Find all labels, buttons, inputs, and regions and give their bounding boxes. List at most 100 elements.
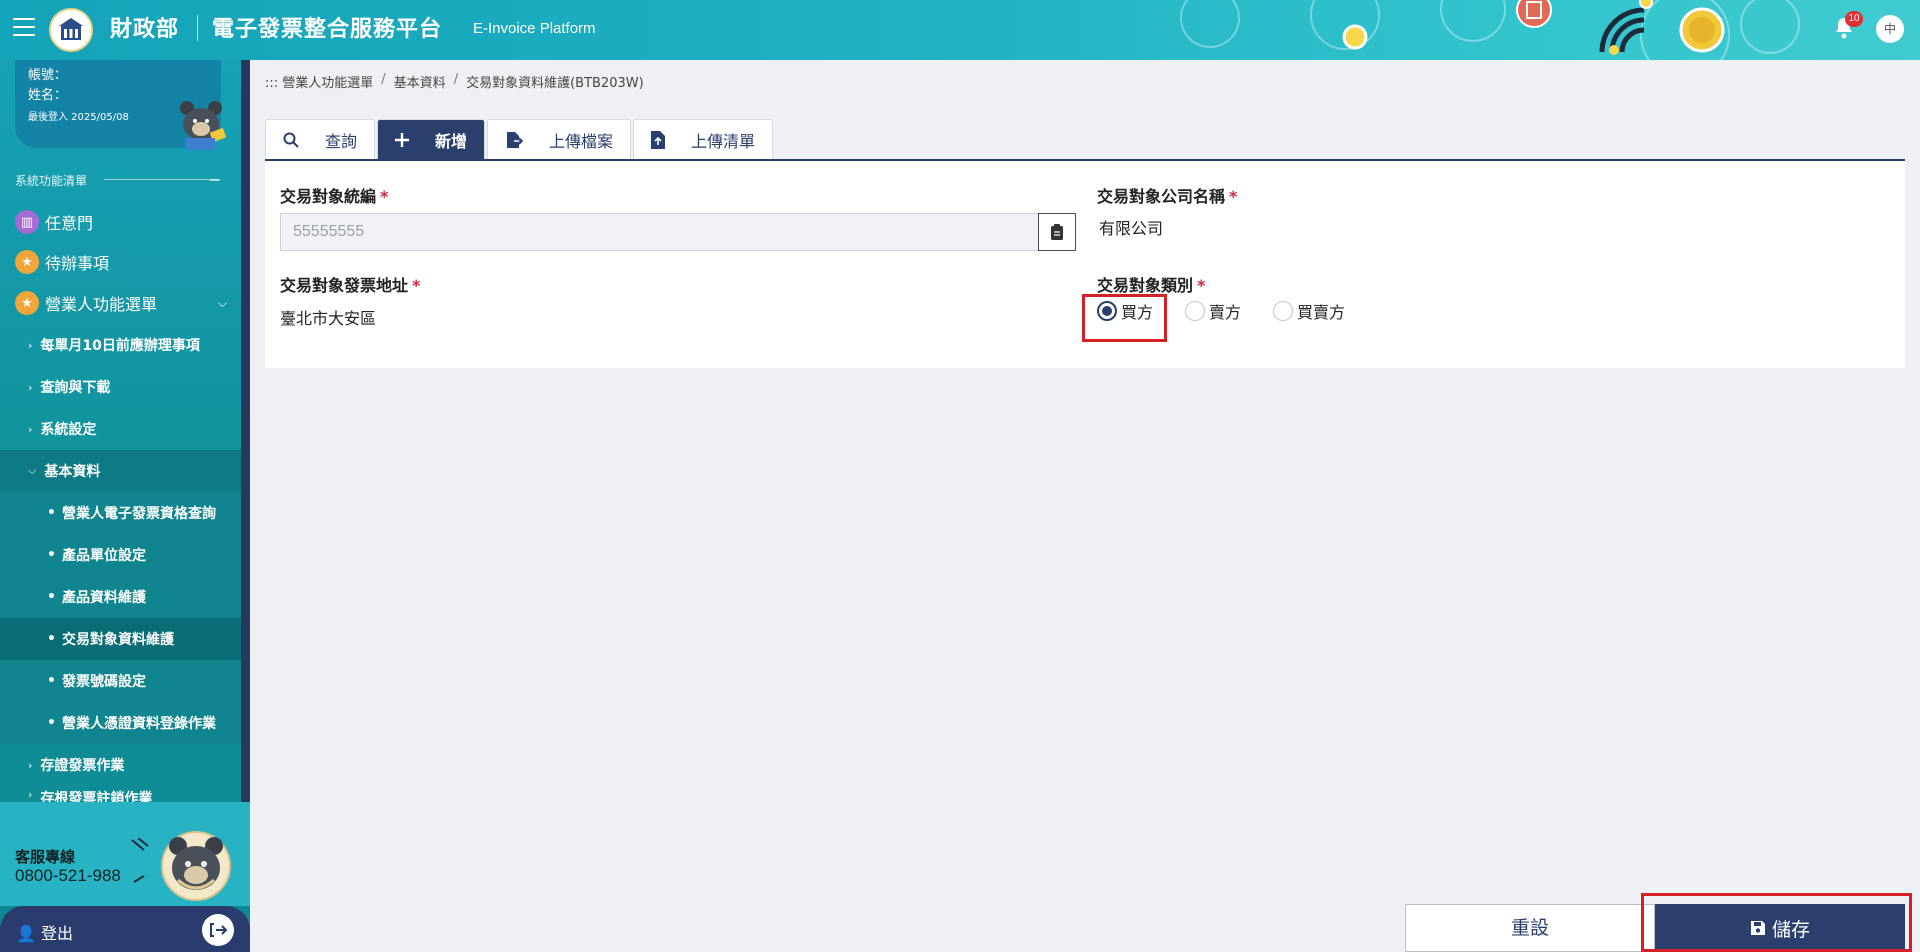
- radio-label: 買賣方: [1297, 303, 1346, 322]
- sidebar-item-label: 交易對象資料維護: [61, 632, 174, 648]
- last-login-text: 最後登入 2025/05/08: [28, 112, 129, 123]
- star-icon: ★: [15, 250, 39, 274]
- sidebar-scrollbar[interactable]: [241, 60, 250, 804]
- tab-upload-list[interactable]: 上傳清單: [633, 119, 774, 159]
- breadcrumb-item[interactable]: 基本資料: [394, 72, 446, 91]
- chevron-right-icon: ›: [28, 758, 33, 772]
- company-name-value: 有限公司: [1099, 219, 1164, 238]
- header-divider: [197, 15, 198, 41]
- support-label: 客服專線: [15, 848, 76, 866]
- decor-invoice-icon: [1516, 0, 1552, 28]
- save-icon: [1750, 921, 1765, 935]
- sidebar-item-eligibility-query[interactable]: • 營業人電子發票資格查詢: [0, 492, 241, 534]
- tab-label: 查詢: [325, 131, 358, 151]
- star-icon: ★: [15, 291, 39, 315]
- tax-id-label: 交易對象統編 *: [280, 183, 388, 207]
- radio-circle-selected[interactable]: [1097, 301, 1117, 321]
- company-name-label: 交易對象公司名稱 *: [1097, 183, 1237, 207]
- ministry-name: 財政部: [110, 17, 180, 42]
- radio-buyer[interactable]: 買方: [1097, 299, 1153, 323]
- support-phone[interactable]: 0800-521-988: [15, 866, 121, 886]
- user-icon: 👤: [16, 924, 36, 943]
- decor-lines-icon: [131, 838, 149, 883]
- chevron-right-icon: ›: [28, 788, 33, 801]
- sidebar-item-deposit-invoice[interactable]: › 存證發票作業: [0, 744, 241, 786]
- sidebar-item-label: 每單月10日前應辦理事項: [40, 338, 200, 354]
- radio-circle[interactable]: [1273, 301, 1294, 321]
- file-export-icon: [507, 131, 524, 148]
- sidebar-item-label: 查詢與下載: [40, 380, 111, 396]
- radio-buyer-seller[interactable]: 買賣方: [1273, 299, 1345, 323]
- address-value: 臺北市大安區: [280, 309, 377, 328]
- sidebar-item-stub-cancel[interactable]: › 存根發票註銷作業: [0, 786, 241, 802]
- sidebar-item-certificate-registration[interactable]: • 營業人憑證資料登錄作業: [0, 702, 241, 744]
- decor-coin-icon: [1342, 24, 1368, 50]
- tab-label: 上傳檔案: [549, 131, 614, 151]
- sidebar-item-trading-partner[interactable]: • 交易對象資料維護: [0, 618, 241, 660]
- required-mark: *: [380, 187, 389, 206]
- tab-add[interactable]: 新增: [377, 119, 486, 159]
- partner-type-label: 交易對象類別 *: [1097, 272, 1205, 296]
- company-name-label-text: 交易對象公司名稱: [1097, 187, 1226, 206]
- mascot-bear-icon: [180, 101, 227, 150]
- sidebar-item-label: 存根發票註銷作業: [40, 791, 153, 802]
- platform-title: 電子發票整合服務平台: [212, 17, 443, 42]
- sidebar-item-label: 產品單位設定: [61, 548, 146, 564]
- customer-service-panel: 客服專線 0800-521-988: [0, 802, 250, 906]
- tab-label: 新增: [435, 131, 468, 151]
- ministry-logo[interactable]: [49, 8, 93, 52]
- menu-toggle-icon[interactable]: [13, 18, 35, 38]
- radio-seller[interactable]: 賣方: [1185, 299, 1241, 323]
- sidebar-item-invoice-number[interactable]: • 發票號碼設定: [0, 660, 241, 702]
- sidebar-item-product-data[interactable]: • 產品資料維護: [0, 576, 241, 618]
- tab-query[interactable]: 查詢: [265, 119, 376, 159]
- sidebar-item-system-settings[interactable]: › 系統設定: [0, 408, 241, 450]
- breadcrumb-item[interactable]: ::: 營業人功能選單: [265, 72, 373, 91]
- plus-icon: [395, 132, 410, 147]
- sidebar-item-todo[interactable]: ★ 待辦事項: [15, 247, 235, 277]
- sidebar-item-label: 系統設定: [40, 422, 97, 438]
- tab-upload-file[interactable]: 上傳檔案: [487, 119, 632, 159]
- breadcrumb-separator: /: [381, 72, 386, 87]
- required-mark: *: [1229, 187, 1238, 206]
- save-button[interactable]: 儲存: [1655, 904, 1905, 952]
- sidebar-item-label: 發票號碼設定: [61, 674, 146, 690]
- file-upload-icon: [651, 130, 666, 149]
- reset-button[interactable]: 重設: [1405, 904, 1655, 952]
- language-switch-button[interactable]: 中: [1876, 15, 1904, 43]
- chevron-down-icon: ⌵: [28, 464, 37, 477]
- tab-label: 上傳清單: [691, 131, 756, 151]
- bullet: •: [47, 589, 56, 605]
- sidebar-item-label: 營業人功能選單: [45, 295, 158, 314]
- sidebar-item-product-unit[interactable]: • 產品單位設定: [0, 534, 241, 576]
- tax-id-label-text: 交易對象統編: [280, 187, 377, 206]
- user-info-card: 帳號： 姓名： 最後登入 2025/05/08: [15, 60, 227, 150]
- logout-icon: [202, 914, 234, 946]
- chevron-down-icon: ⌵: [217, 295, 227, 310]
- radio-label: 買方: [1121, 303, 1154, 322]
- bullet: •: [47, 547, 56, 563]
- required-mark: *: [412, 276, 421, 295]
- menu-heading: 系統功能清單: [15, 174, 88, 188]
- function-tabs: 查詢 新增 上傳檔案 上傳清單: [265, 119, 775, 159]
- bullet: •: [47, 631, 56, 647]
- logout-button[interactable]: 👤 登出: [0, 906, 250, 952]
- decor-coin-icon: [1639, 0, 1653, 9]
- sidebar-item-label: 營業人憑證資料登錄作業: [61, 716, 216, 732]
- sidebar-item-monthly-tasks[interactable]: › 每單月10日前應辦理事項: [0, 324, 241, 366]
- sidebar-item-label: 營業人電子發票資格查詢: [61, 506, 216, 522]
- bullet: •: [47, 715, 56, 731]
- sidebar-item-business-menu[interactable]: ★ 營業人功能選單 ⌵: [15, 288, 235, 318]
- search-icon: [283, 132, 299, 148]
- sidebar-item-quick-access[interactable]: ▥ 任意門: [15, 207, 235, 237]
- radio-circle[interactable]: [1185, 301, 1206, 321]
- sidebar-item-basic-data[interactable]: ⌵ 基本資料: [0, 450, 241, 492]
- form-panel: 交易對象統編 * 55555555 交易對象公司名稱 * 有限公司 交易對象發票地址…: [265, 161, 1905, 368]
- address-label-text: 交易對象發票地址: [280, 276, 409, 295]
- tax-id-input[interactable]: 55555555: [280, 213, 1038, 251]
- sidebar-item-label: 任意門: [45, 214, 94, 233]
- sidebar-item-query-download[interactable]: › 查詢與下載: [0, 366, 241, 408]
- paste-clipboard-button[interactable]: [1038, 213, 1076, 251]
- sidebar-item-label: 基本資料: [44, 464, 101, 480]
- collapse-menu-icon[interactable]: −: [208, 170, 221, 189]
